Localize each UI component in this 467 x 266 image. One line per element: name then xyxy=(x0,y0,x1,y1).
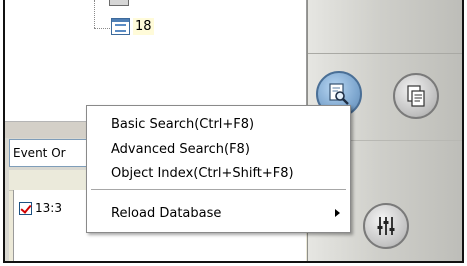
event-row[interactable]: 13:3 xyxy=(19,201,62,215)
tree-connector xyxy=(94,0,95,28)
search-document-icon xyxy=(326,81,352,107)
menu-item-object-index[interactable]: Object Index(Ctrl+Shift+F8) xyxy=(89,163,348,184)
copy-pages-icon xyxy=(403,83,429,109)
menu-item-basic-search[interactable]: Basic Search(Ctrl+F8) xyxy=(89,114,348,135)
mixer-sliders-icon xyxy=(373,213,399,239)
toolbar-divider xyxy=(308,53,462,54)
menu-item-label: Reload Database xyxy=(111,206,222,221)
tree-connector xyxy=(94,28,110,29)
event-time: 13:3 xyxy=(35,201,62,215)
tree-panel[interactable]: 18 xyxy=(5,0,307,122)
settings-button[interactable] xyxy=(363,203,409,249)
event-checkbox[interactable] xyxy=(19,201,32,215)
tree-node-icon xyxy=(109,0,129,6)
submenu-arrow-icon xyxy=(335,209,340,217)
copy-button[interactable] xyxy=(393,73,439,119)
app-window: 18 Event Or 13:3 Basic Search(Ctrl+F8) A… xyxy=(3,0,464,263)
menu-item-advanced-search[interactable]: Advanced Search(F8) xyxy=(89,139,348,160)
tree-node-label[interactable]: 18 xyxy=(133,18,154,35)
menu-separator xyxy=(91,189,346,190)
tree-node-icon xyxy=(111,18,130,35)
menu-item-reload-database[interactable]: Reload Database xyxy=(89,203,348,224)
context-menu: Basic Search(Ctrl+F8) Advanced Search(F8… xyxy=(86,105,351,233)
